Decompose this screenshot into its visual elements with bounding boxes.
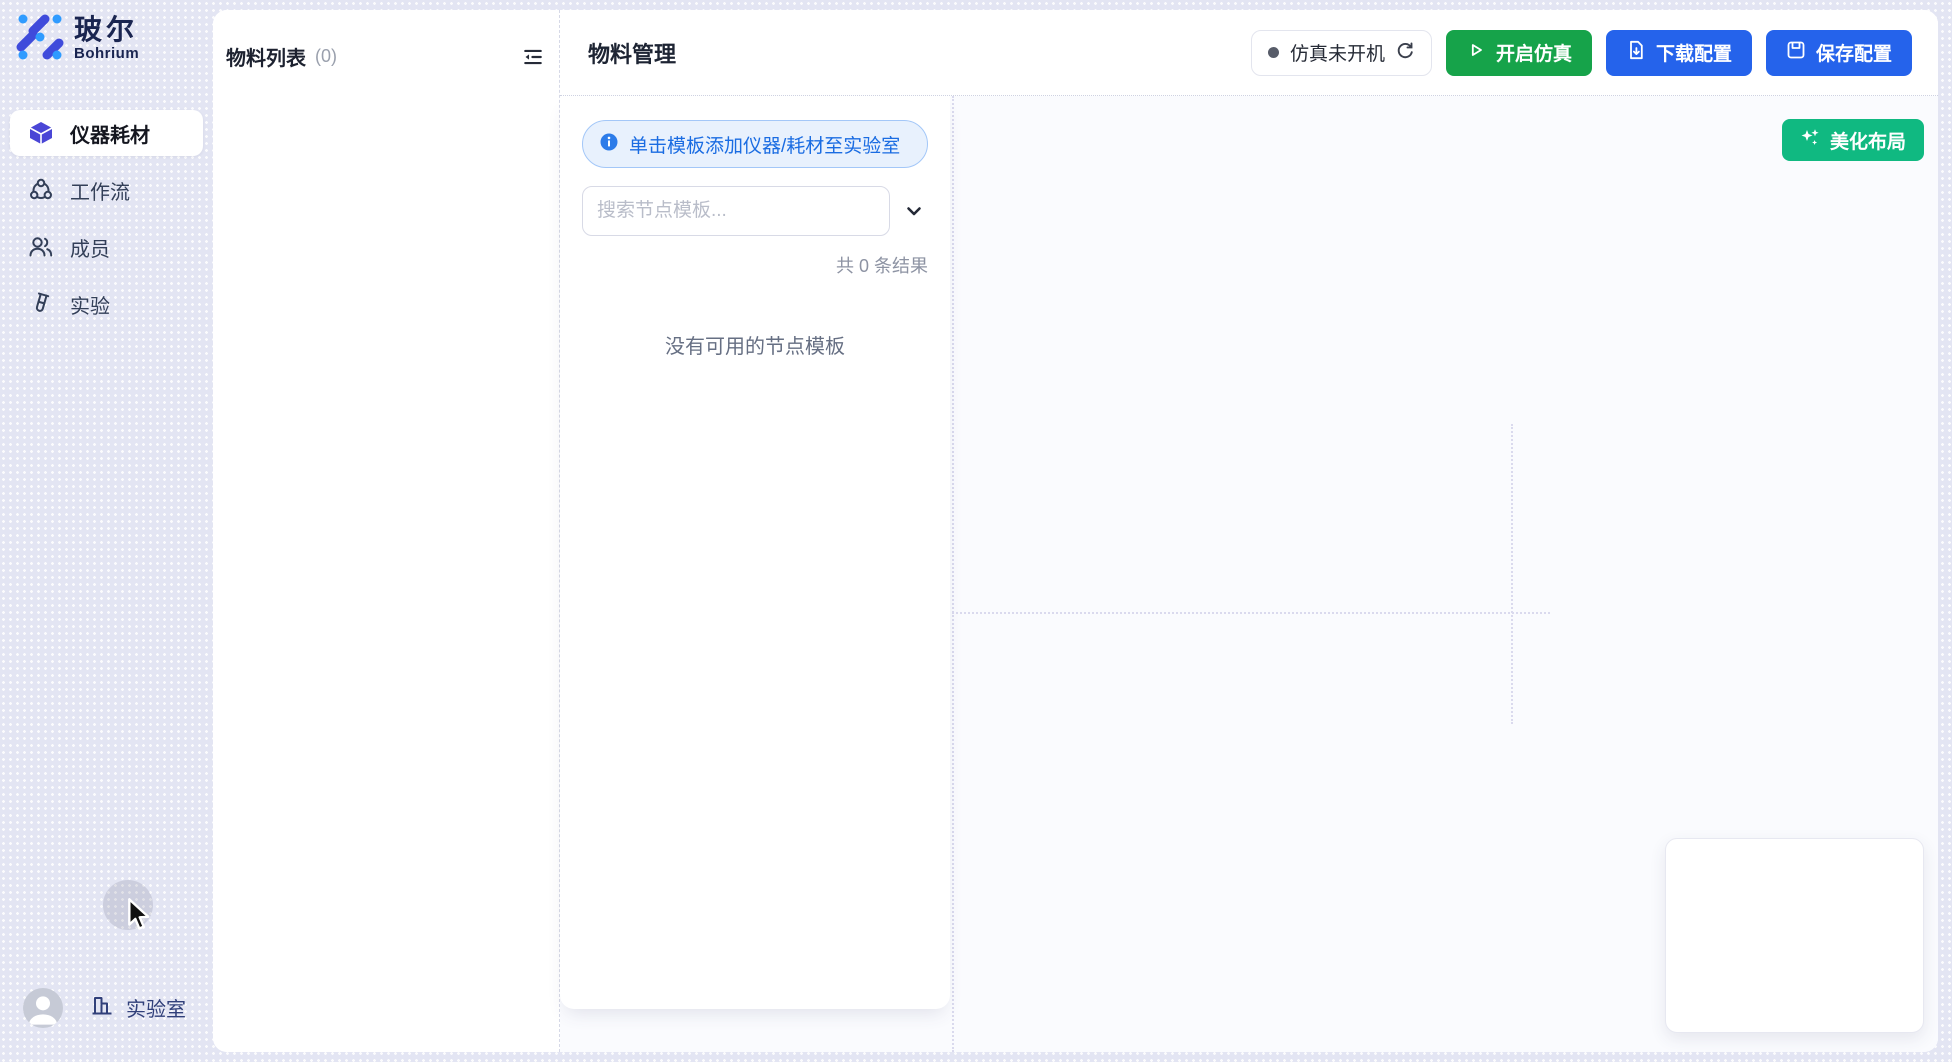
download-config-button[interactable]: 下载配置 xyxy=(1606,30,1752,76)
header-actions: 仿真未开机 开启仿真 xyxy=(1251,30,1912,76)
flow-canvas[interactable]: 单击模板添加仪器/耗材至实验室 共 0 条结果 没有可用的节点模板 xyxy=(560,96,1938,1052)
page-title: 物料管理 xyxy=(588,37,676,69)
info-icon xyxy=(599,132,619,157)
download-config-label: 下载配置 xyxy=(1656,39,1732,66)
beautify-layout-label: 美化布局 xyxy=(1830,127,1906,154)
save-icon xyxy=(1786,40,1806,66)
material-list-title: 物料列表 xyxy=(226,42,306,71)
sidebar-item-members[interactable]: 成员 xyxy=(10,224,203,270)
sidebar-item-experiments[interactable]: 实验 xyxy=(10,281,203,327)
sidebar-item-label: 仪器耗材 xyxy=(70,119,150,148)
canvas-guide-line xyxy=(1511,424,1513,724)
brand: 玻尔 Bohrium xyxy=(16,12,139,65)
canvas-guide-line xyxy=(952,612,1550,614)
bohrium-logo-icon xyxy=(16,12,64,65)
simulation-status-label: 仿真未开机 xyxy=(1290,39,1385,66)
lab-entry-label: 实验室 xyxy=(126,993,186,1022)
sidebar-footer: 实验室 xyxy=(0,990,213,1062)
brand-name-cn: 玻尔 xyxy=(74,15,139,46)
refresh-icon[interactable] xyxy=(1396,41,1415,65)
play-icon xyxy=(1466,40,1486,66)
sidebar-item-label: 工作流 xyxy=(70,176,130,205)
save-config-label: 保存配置 xyxy=(1816,39,1892,66)
brand-text: 玻尔 Bohrium xyxy=(74,15,139,63)
chevron-down-icon[interactable] xyxy=(902,199,926,223)
brand-name-en: Bohrium xyxy=(74,45,139,62)
save-config-button[interactable]: 保存配置 xyxy=(1766,30,1912,76)
template-result-count: 共 0 条结果 xyxy=(582,252,928,278)
start-simulation-label: 开启仿真 xyxy=(1496,39,1572,66)
building-icon xyxy=(90,993,114,1022)
canvas-guide-line xyxy=(952,96,954,1052)
template-search-row xyxy=(582,186,928,236)
minimap[interactable] xyxy=(1665,838,1924,1033)
sidebar: 玻尔 Bohrium 仪器耗材 工作流 xyxy=(0,0,213,1062)
status-dot-icon xyxy=(1268,47,1279,58)
sidebar-item-label: 实验 xyxy=(70,290,110,319)
simulation-status-pill[interactable]: 仿真未开机 xyxy=(1251,30,1432,76)
members-icon xyxy=(28,234,54,260)
beautify-layout-button[interactable]: 美化布局 xyxy=(1782,119,1924,161)
file-download-icon xyxy=(1626,40,1646,66)
workflow-icon xyxy=(28,177,54,203)
template-empty-text: 没有可用的节点模板 xyxy=(582,330,928,359)
template-search-input[interactable] xyxy=(582,186,890,236)
start-simulation-button[interactable]: 开启仿真 xyxy=(1446,30,1592,76)
template-info-banner: 单击模板添加仪器/耗材至实验室 xyxy=(582,120,928,168)
mouse-cursor xyxy=(122,896,154,937)
sparkles-icon xyxy=(1800,127,1820,153)
test-tube-icon xyxy=(28,291,54,317)
material-list-header: 物料列表 (0) xyxy=(226,42,546,71)
main-card: 物料列表 (0) 物料管理 仿真未开机 xyxy=(213,10,1938,1052)
material-list-count: (0) xyxy=(315,46,337,67)
collapse-panel-button[interactable] xyxy=(520,44,546,70)
main-area: 物料管理 仿真未开机 xyxy=(560,10,1938,1052)
node-template-pane: 单击模板添加仪器/耗材至实验室 共 0 条结果 没有可用的节点模板 xyxy=(560,96,950,1009)
user-avatar[interactable] xyxy=(23,988,63,1028)
main-header: 物料管理 仿真未开机 xyxy=(560,10,1938,96)
sidebar-item-instruments[interactable]: 仪器耗材 xyxy=(10,110,203,156)
lab-entry[interactable]: 实验室 xyxy=(90,993,186,1022)
sidebar-nav: 仪器耗材 工作流 成员 xyxy=(0,110,213,338)
material-list-panel: 物料列表 (0) xyxy=(213,10,560,1052)
sidebar-item-workflow[interactable]: 工作流 xyxy=(10,167,203,213)
template-info-text: 单击模板添加仪器/耗材至实验室 xyxy=(629,131,900,158)
cube-icon xyxy=(28,120,54,146)
sidebar-item-label: 成员 xyxy=(70,233,110,262)
